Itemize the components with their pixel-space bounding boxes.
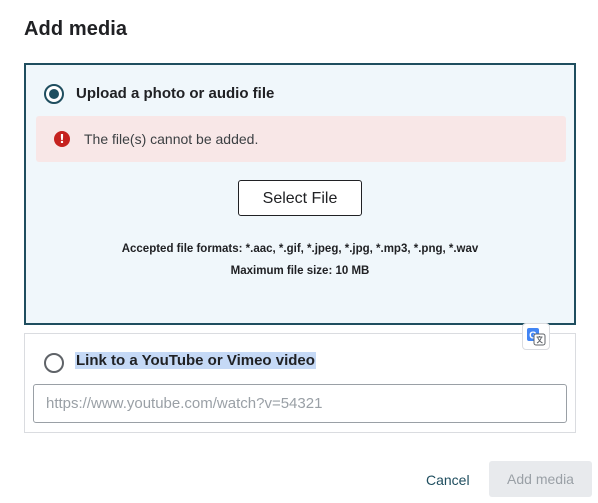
max-file-size-text: Maximum file size: 10 MB — [230, 265, 370, 277]
dialog-title: Add media — [24, 18, 128, 40]
link-option-label[interactable]: Link to a YouTube or Vimeo video — [75, 352, 316, 369]
add-media-dialog: Add media Upload a photo or audio file !… — [0, 0, 598, 503]
google-translate-icon[interactable]: G — [522, 323, 550, 350]
select-file-button[interactable]: Select File — [238, 180, 362, 216]
upload-option-radio[interactable] — [44, 84, 64, 104]
error-banner: ! The file(s) cannot be added. — [36, 116, 566, 162]
accepted-formats-text: Accepted file formats: *.aac, *.gif, *.j… — [121, 243, 479, 255]
error-message: The file(s) cannot be added. — [84, 131, 259, 147]
upload-option-label[interactable]: Upload a photo or audio file — [76, 85, 274, 102]
video-url-input[interactable] — [33, 384, 567, 423]
link-option-card[interactable]: Link to a YouTube or Vimeo video — [24, 333, 576, 433]
upload-option-card[interactable]: Upload a photo or audio file ! The file(… — [24, 63, 576, 325]
cancel-button[interactable]: Cancel — [418, 465, 478, 495]
exclamation-circle-icon: ! — [54, 131, 70, 147]
link-option-radio[interactable] — [44, 353, 64, 373]
add-media-button[interactable]: Add media — [489, 461, 592, 497]
